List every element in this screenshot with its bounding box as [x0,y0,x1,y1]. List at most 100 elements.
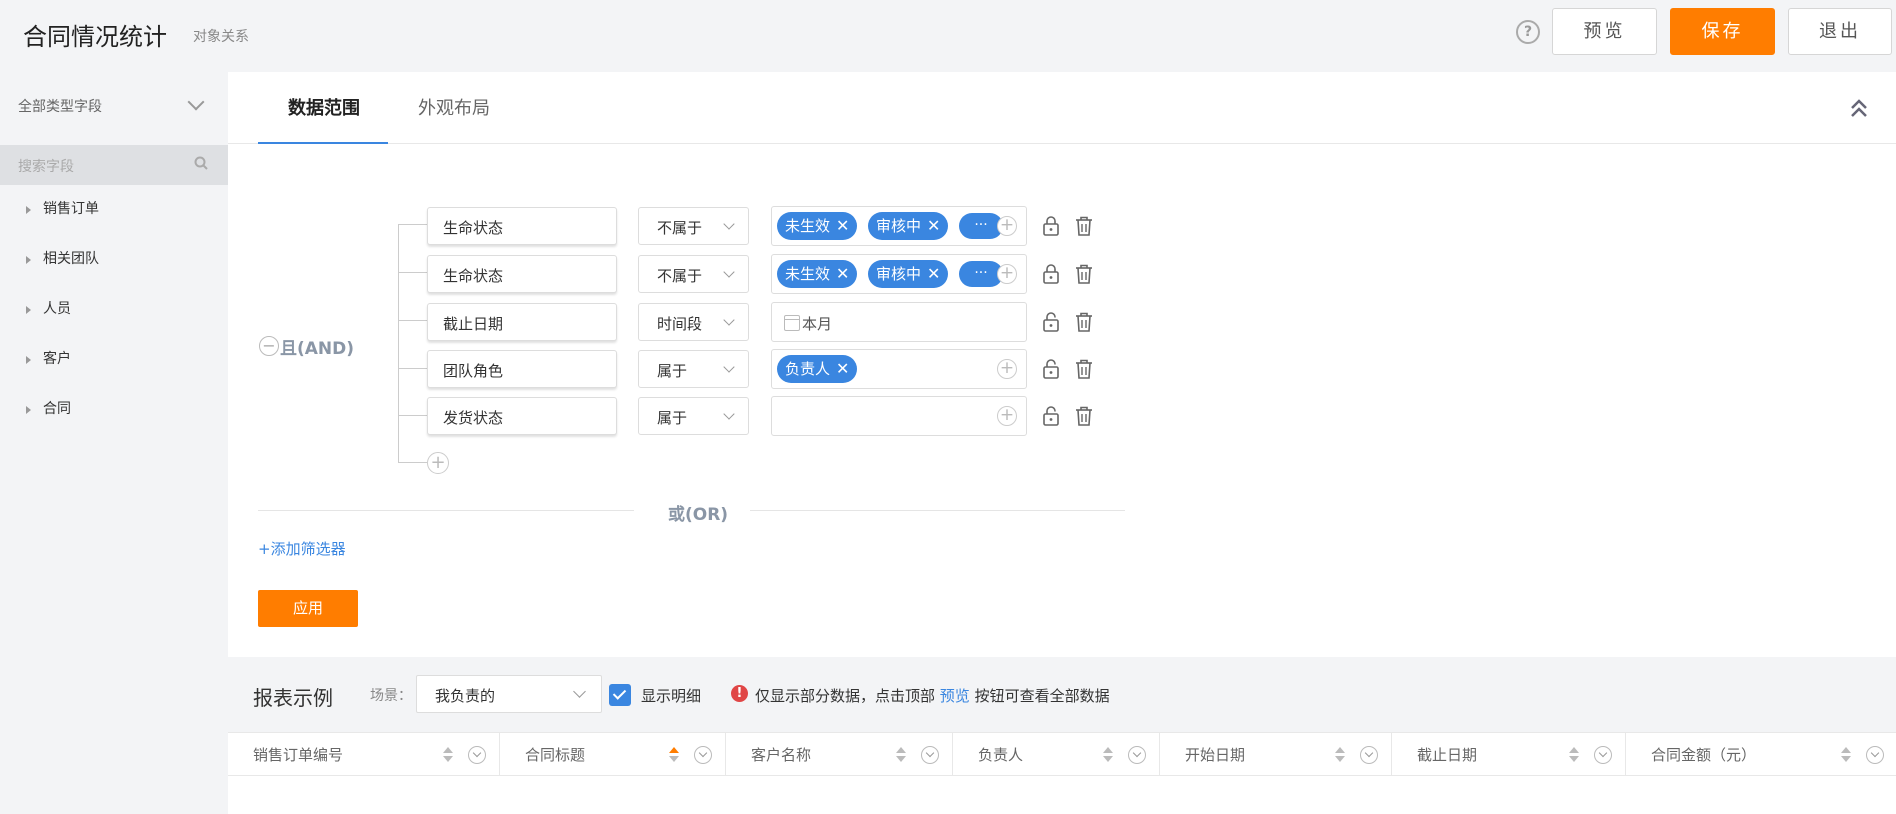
and-group-label: 且(AND) [280,339,355,359]
scene-select[interactable]: 我负责的 [416,675,602,713]
column-header[interactable]: 截止日期 [1392,733,1626,777]
add-value-icon[interactable]: + [997,359,1017,379]
trash-icon[interactable] [1075,311,1093,333]
search-icon[interactable] [194,156,208,170]
sort-icon[interactable] [443,747,453,763]
column-header[interactable]: 合同金额（元） [1626,733,1896,777]
collapse-group-icon[interactable]: − [259,336,279,356]
column-menu-icon[interactable] [921,746,939,764]
report-title: 报表示例 [253,686,333,710]
add-value-icon[interactable]: + [997,264,1017,284]
column-header[interactable]: 客户名称 [726,733,953,777]
field-search-input[interactable]: 搜索字段 [0,145,228,185]
unlock-icon[interactable] [1042,358,1060,380]
show-detail-label[interactable]: 显示明细 [641,685,701,706]
condition-value-field[interactable]: 未生效 ✕ 审核中 ✕ ··· + [771,254,1027,294]
add-condition-icon[interactable]: + [427,452,449,474]
preview-button[interactable]: 预览 [1552,8,1657,55]
sidebar-item-customer[interactable]: 客户 [0,348,228,398]
tree-connector [398,224,399,462]
sort-icon[interactable] [896,747,906,763]
condition-value-field[interactable]: 负责人 ✕ + [771,349,1027,389]
calendar-icon[interactable] [784,315,800,331]
tab-appearance-layout[interactable]: 外观布局 [418,94,490,120]
exit-button[interactable]: 退出 [1788,8,1892,55]
unlock-icon[interactable] [1042,311,1060,333]
sidebar-item-sales-order[interactable]: 销售订单 [0,198,228,248]
filter-panel: 数据范围 外观布局 − 且(AND) 生命状态 不属于 未生效 ✕ 审核中 ✕ ··… [228,72,1896,657]
add-value-icon[interactable]: + [997,216,1017,236]
condition-value-field[interactable]: + [771,396,1027,436]
condition-field-select[interactable]: 发货状态 [427,397,617,435]
apply-button[interactable]: 应用 [258,590,358,627]
sort-ascending-icon[interactable] [669,747,679,763]
tag-label: 审核中 [876,217,922,235]
trash-icon[interactable] [1075,263,1093,285]
column-header[interactable]: 合同标题 [500,733,726,777]
condition-operator-select[interactable]: 不属于 [638,255,749,293]
field-type-select[interactable]: 全部类型字段 [18,96,102,116]
column-header[interactable]: 销售订单编号 [228,733,500,777]
condition-operator-select[interactable]: 不属于 [638,207,749,245]
remove-tag-icon[interactable]: ✕ [927,264,940,283]
sort-icon[interactable] [1335,747,1345,763]
sidebar-item-label: 人员 [43,301,71,317]
value-tag: 负责人 ✕ [777,355,858,383]
column-menu-icon[interactable] [1360,746,1378,764]
condition-value-field[interactable]: 未生效 ✕ 审核中 ✕ ··· + [771,206,1027,246]
condition-field-select[interactable]: 团队角色 [427,350,617,388]
caret-right-icon[interactable] [26,256,31,264]
trash-icon[interactable] [1075,405,1093,427]
collapse-up-icon[interactable] [1850,98,1868,120]
lock-icon[interactable] [1042,215,1060,237]
condition-operator-select[interactable]: 时间段 [638,303,749,341]
add-value-icon[interactable]: + [997,406,1017,426]
caret-right-icon[interactable] [26,356,31,364]
trash-icon[interactable] [1075,358,1093,380]
date-range-field[interactable]: 本月 [771,302,1027,342]
column-menu-icon[interactable] [1128,746,1146,764]
unlock-icon[interactable] [1042,405,1060,427]
sidebar-item-label: 销售订单 [43,201,99,217]
sidebar-item-related-team[interactable]: 相关团队 [0,248,228,298]
column-label: 负责人 [978,746,1024,764]
sort-icon[interactable] [1841,747,1851,763]
trash-icon[interactable] [1075,215,1093,237]
page-subtitle: 对象关系 [193,29,249,45]
column-menu-icon[interactable] [1594,746,1612,764]
sidebar-item-label: 客户 [43,351,71,367]
column-menu-icon[interactable] [468,746,486,764]
column-menu-icon[interactable] [694,746,712,764]
divider [750,510,1125,511]
add-filter-link[interactable]: +添加筛选器 [258,538,346,559]
caret-right-icon[interactable] [26,206,31,214]
column-header[interactable]: 开始日期 [1160,733,1392,777]
chevron-down-icon[interactable] [187,93,205,111]
help-icon[interactable]: ? [1516,20,1540,44]
page-title: 合同情况统计 [23,23,167,51]
condition-operator-select[interactable]: 属于 [638,397,749,435]
condition-field-select[interactable]: 生命状态 [427,255,617,293]
sidebar-item-contract[interactable]: 合同 [0,398,228,448]
condition-field-select[interactable]: 生命状态 [427,207,617,245]
save-button[interactable]: 保存 [1670,8,1775,55]
condition-field-select[interactable]: 截止日期 [427,303,617,341]
caret-right-icon[interactable] [26,406,31,414]
remove-tag-icon[interactable]: ✕ [836,359,849,378]
column-header[interactable]: 负责人 [953,733,1160,777]
caret-right-icon[interactable] [26,306,31,314]
sidebar-item-personnel[interactable]: 人员 [0,298,228,348]
column-menu-icon[interactable] [1866,746,1884,764]
remove-tag-icon[interactable]: ✕ [836,216,849,235]
sort-icon[interactable] [1569,747,1579,763]
report-preview: 报表示例 场景： 我负责的 显示明细 ! 仅显示部分数据，点击顶部 预览 按钮可… [228,658,1896,814]
sort-icon[interactable] [1103,747,1113,763]
lock-icon[interactable] [1042,263,1060,285]
remove-tag-icon[interactable]: ✕ [836,264,849,283]
notice-preview-link[interactable]: 预览 [940,687,970,705]
show-detail-checkbox[interactable] [609,684,631,706]
tree-connector [398,320,427,321]
tab-data-range[interactable]: 数据范围 [288,94,360,120]
remove-tag-icon[interactable]: ✕ [927,216,940,235]
condition-operator-select[interactable]: 属于 [638,350,749,388]
